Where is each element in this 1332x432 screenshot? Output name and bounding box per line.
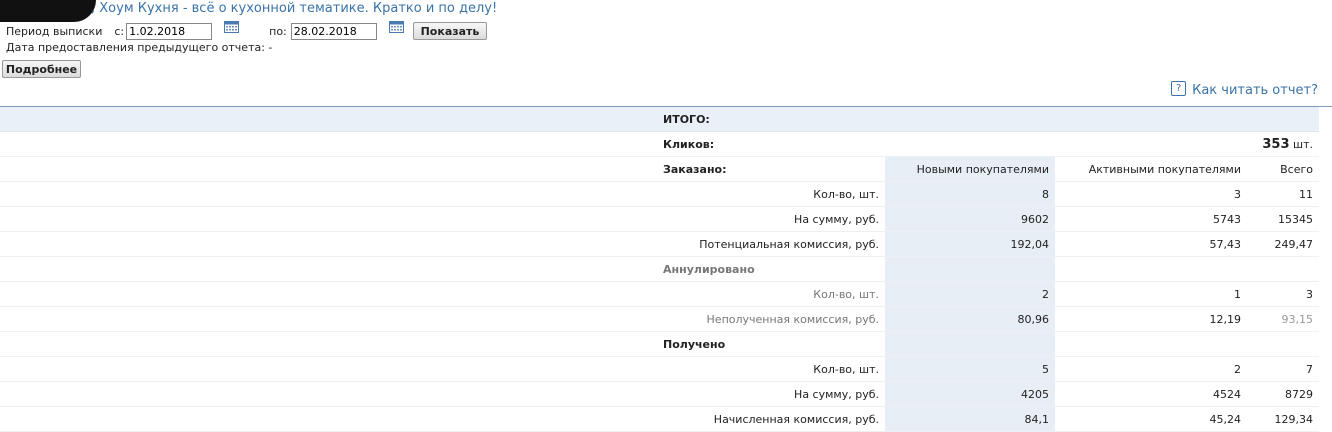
empty-cell [1055, 331, 1247, 357]
received-header-row: Получено [0, 331, 1320, 357]
col-header-new: Новыми покупателями [885, 156, 1055, 182]
cell-total: 249,47 [1247, 231, 1320, 257]
cancelled-header-row: Аннулировано [0, 256, 1320, 282]
row-label: Потенциальная комиссия, руб. [0, 231, 885, 257]
period-label: Период выписки [6, 24, 103, 38]
details-button[interactable]: Подробнее [2, 60, 81, 78]
total-label: ИТОГО: [0, 107, 1320, 132]
row-label: Неполученная комиссия, руб. [0, 306, 885, 332]
table-row: Потенциальная комиссия, руб. 192,04 57,4… [0, 231, 1320, 257]
cell-new: 4205 [885, 381, 1055, 407]
date-to-input[interactable] [290, 22, 377, 40]
row-label: Кол-во, шт. [0, 281, 885, 307]
show-button[interactable]: Показать [413, 22, 487, 40]
cell-new: 2 [885, 281, 1055, 307]
clicks-value: 353 [1262, 136, 1290, 152]
table-row: На сумму, руб. 4205 4524 8729 [0, 381, 1320, 407]
cell-active: 3 [1055, 181, 1247, 207]
cell-active: 5743 [1055, 206, 1247, 232]
cell-active: 4524 [1055, 381, 1247, 407]
report-table: ИТОГО: Кликов: 353 шт. Заказано: Новыми … [0, 107, 1320, 432]
table-row: Неполученная комиссия, руб. 80,96 12,19 … [0, 306, 1320, 332]
cell-new: 9602 [885, 206, 1055, 232]
row-label: На сумму, руб. [0, 206, 885, 232]
clicks-row: Кликов: 353 шт. [0, 131, 1320, 157]
table-row: Кол-во, шт. 8 3 11 [0, 181, 1320, 207]
total-row: ИТОГО: [0, 107, 1320, 132]
calendar-icon[interactable] [388, 21, 404, 33]
cell-new: 192,04 [885, 231, 1055, 257]
site-title[interactable]: , Хоум Кухня - всё о кухонной тематике. … [91, 1, 497, 16]
clicks-label: Кликов: [0, 131, 1247, 157]
ordered-header-row: Заказано: Новыми покупателями Активными … [0, 156, 1320, 182]
cell-total: 7 [1247, 356, 1320, 382]
cell-total: 129,34 [1247, 406, 1320, 432]
row-label: Кол-во, шт. [0, 181, 885, 207]
cell-total: 11 [1247, 181, 1320, 207]
col-header-active: Активными покупателями [1055, 156, 1247, 182]
cell-active: 12,19 [1055, 306, 1247, 332]
period-filter: Период выписки с: по: [6, 21, 404, 40]
empty-cell [1055, 256, 1247, 282]
cell-total: 3 [1247, 281, 1320, 307]
row-label: Начисленная комиссия, руб. [0, 406, 885, 432]
clicks-unit: шт. [1293, 137, 1314, 151]
cell-new: 5 [885, 356, 1055, 382]
row-label: На сумму, руб. [0, 381, 885, 407]
redacted-block [0, 0, 96, 22]
cell-active: 45,24 [1055, 406, 1247, 432]
date-from-input[interactable] [126, 22, 213, 40]
previous-report-date: Дата предоставления предыдущего отчета: … [6, 41, 273, 54]
cell-total: 8729 [1247, 381, 1320, 407]
cancelled-label: Аннулировано [0, 256, 885, 282]
cell-active: 2 [1055, 356, 1247, 382]
table-row: Кол-во, шт. 5 2 7 [0, 356, 1320, 382]
received-label: Получено [0, 331, 885, 357]
row-label: Кол-во, шт. [0, 356, 885, 382]
to-label: по: [269, 24, 287, 38]
col-header-total: Всего [1247, 156, 1320, 182]
help-link-label[interactable]: Как читать отчет? [1192, 83, 1318, 98]
cell-new: 8 [885, 181, 1055, 207]
cell-active: 57,43 [1055, 231, 1247, 257]
help-icon: ? [1171, 81, 1187, 96]
table-row: Начисленная комиссия, руб. 84,1 45,24 12… [0, 406, 1320, 432]
empty-cell [885, 256, 1055, 282]
cell-new: 80,96 [885, 306, 1055, 332]
cell-new: 84,1 [885, 406, 1055, 432]
calendar-icon[interactable] [224, 21, 240, 33]
table-row: На сумму, руб. 9602 5743 15345 [0, 206, 1320, 232]
empty-cell [1247, 256, 1320, 282]
help-link[interactable]: ? Как читать отчет? [1171, 81, 1318, 98]
cell-total: 93,15 [1247, 306, 1320, 332]
clicks-cell: 353 шт. [1247, 131, 1320, 157]
ordered-label: Заказано: [0, 156, 885, 182]
empty-cell [1247, 331, 1320, 357]
empty-cell [885, 331, 1055, 357]
from-label: с: [114, 24, 125, 38]
cell-total: 15345 [1247, 206, 1320, 232]
cell-active: 1 [1055, 281, 1247, 307]
table-row: Кол-во, шт. 2 1 3 [0, 281, 1320, 307]
